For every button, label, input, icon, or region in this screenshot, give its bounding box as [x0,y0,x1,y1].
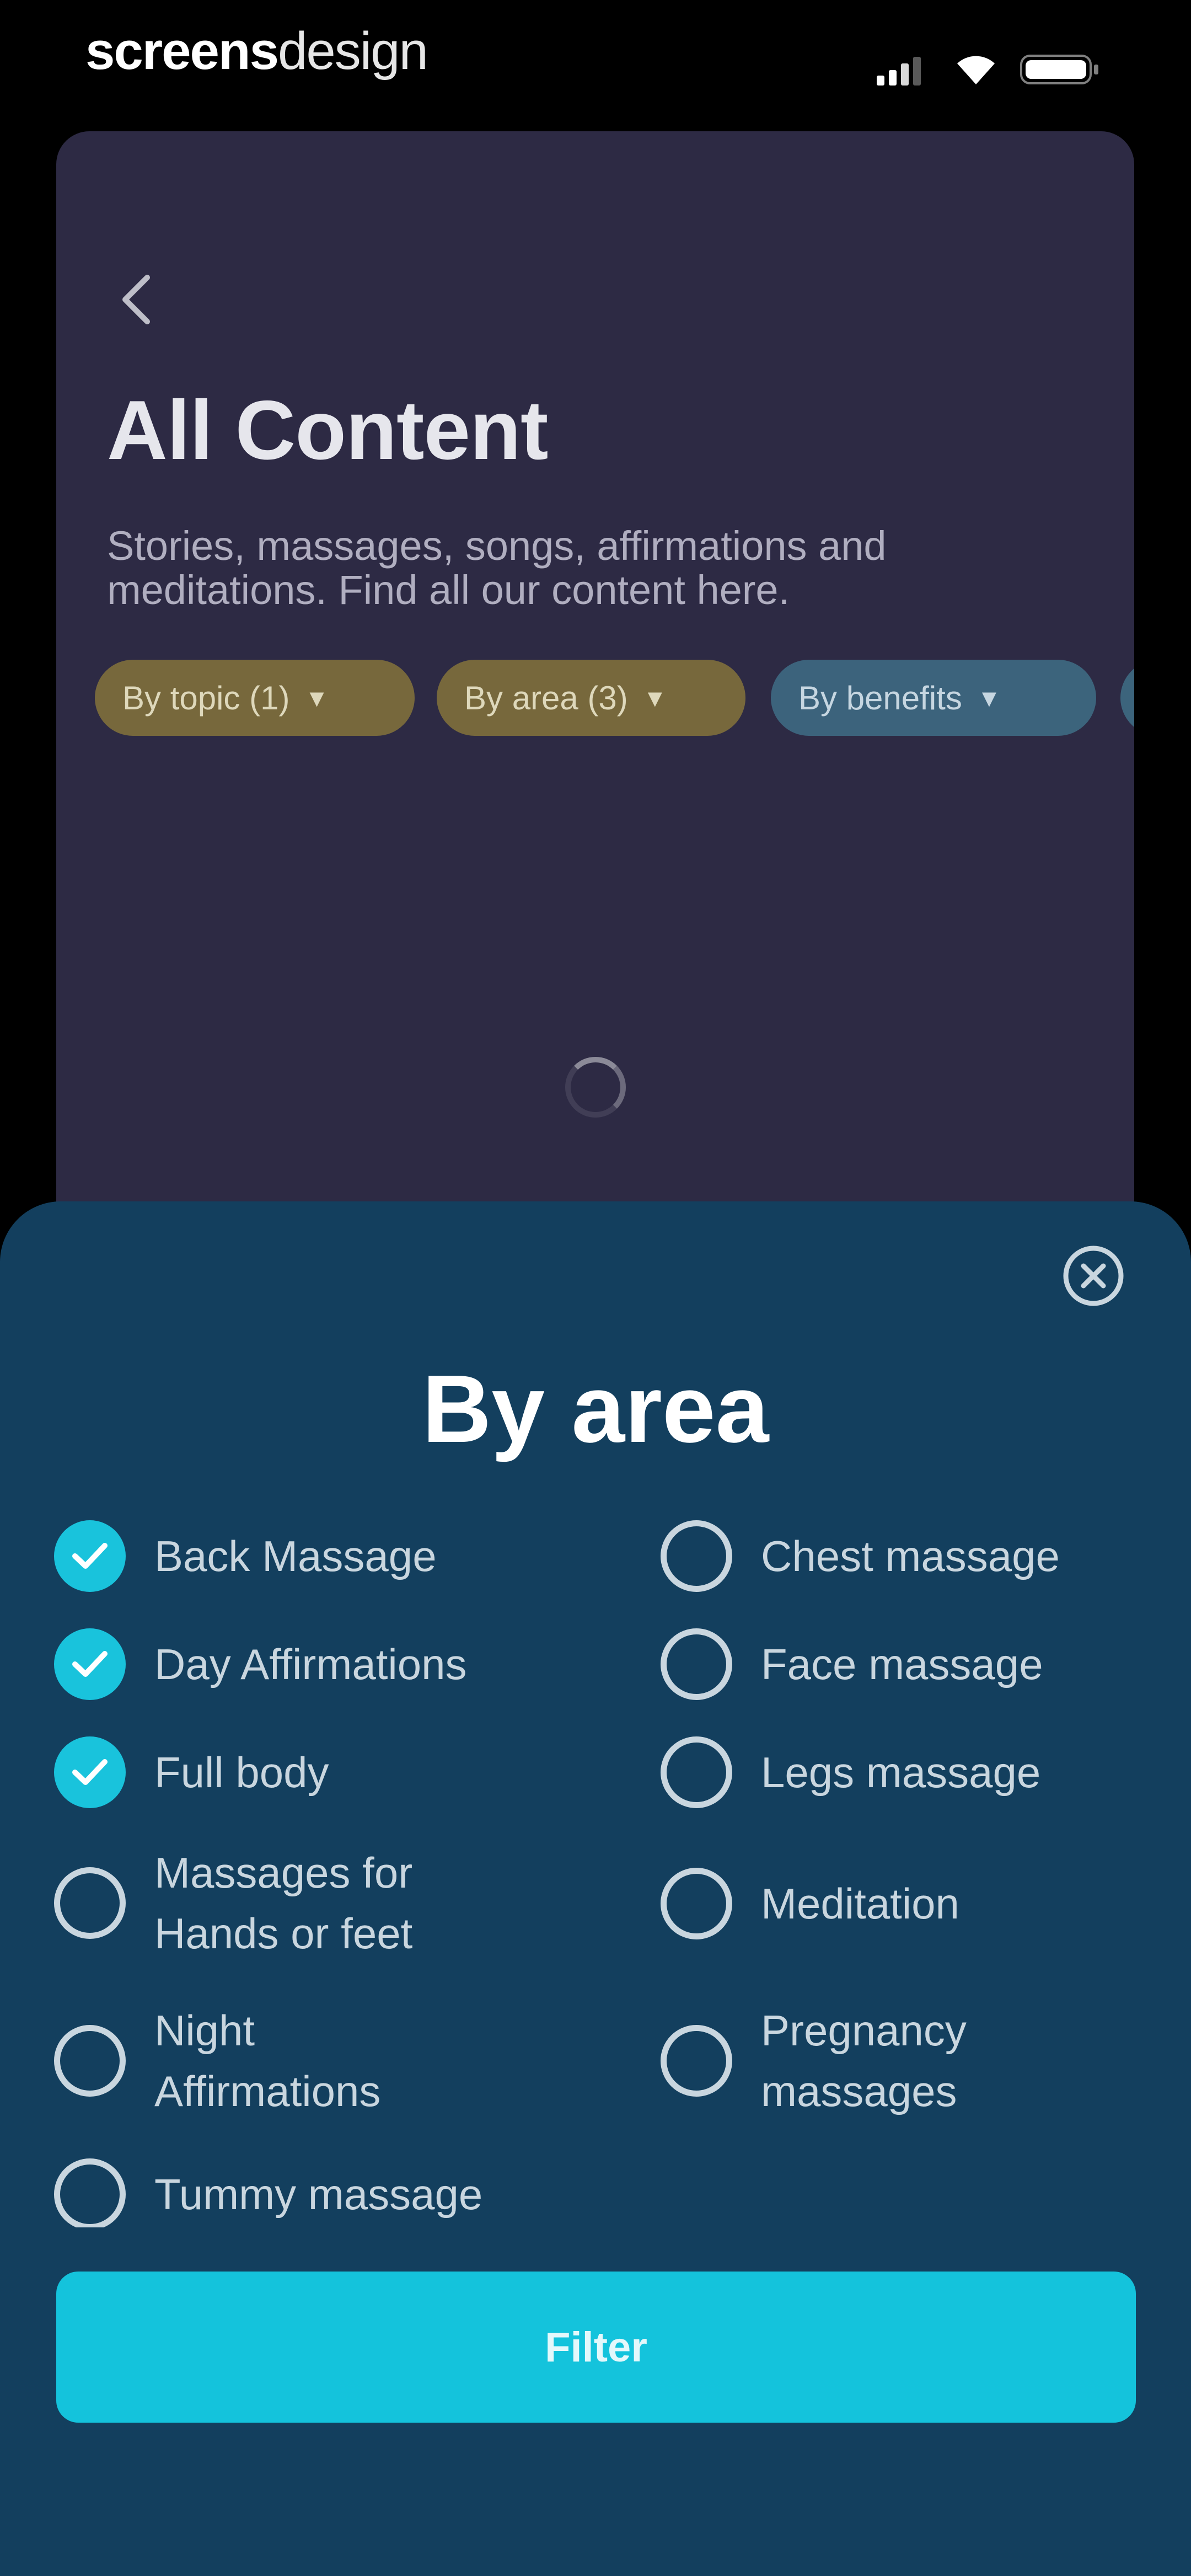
battery-icon [1020,55,1098,84]
filter-chip-by-area[interactable]: By area (3) ▾ [437,660,745,736]
chip-label: By area (3) [464,679,628,717]
filter-bottom-sheet: By area Back Massage Day Affirmations Fu… [0,1201,1191,2576]
brand-light: design [277,22,428,81]
option-label: Day Affirmations [154,1640,467,1688]
filter-chip-by-topic[interactable]: By topic (1) ▾ [95,660,415,736]
chip-label: By benefits [798,679,962,717]
checkbox-checked-icon[interactable] [54,1520,126,1592]
option-label: Chest massage [761,1532,1060,1580]
option-label: Full body [154,1748,329,1797]
checkbox-unchecked-icon[interactable] [661,2025,732,2097]
option-label: Night Affirmations [154,2006,381,2115]
option-label: Back Massage [154,1532,437,1580]
checkbox-unchecked-icon[interactable] [661,1736,732,1808]
caret-down-icon: ▾ [309,682,324,714]
option-label: Face massage [761,1640,1043,1688]
option-label: Pregnancy massages [761,2006,967,2115]
filter-button[interactable]: Filter [56,2272,1136,2423]
checkbox-unchecked-icon[interactable] [661,1628,732,1700]
option-night-affirmations[interactable]: Night Affirmations [54,2000,473,2121]
checkbox-unchecked-icon[interactable] [54,2025,126,2097]
chip-label: By topic (1) [122,679,290,717]
area-options-list: Back Massage Day Affirmations Full body … [0,1201,1191,2227]
option-face-massage[interactable]: Face massage [661,1628,1168,1700]
brand-logo: screensdesign [85,21,428,82]
filter-chip-more[interactable] [1120,660,1134,736]
status-icons [877,52,1108,85]
option-label: Massages for Hands or feet [154,1848,413,1958]
checkbox-unchecked-icon[interactable] [54,2158,126,2227]
option-label: Tummy massage [154,2170,483,2219]
checkbox-checked-icon[interactable] [54,1628,126,1700]
background-content-card: All Content Stories, massages, songs, af… [56,131,1134,1323]
caret-down-icon: ▾ [981,682,996,714]
back-button[interactable] [106,269,167,330]
option-legs-massage[interactable]: Legs massage [661,1736,1168,1808]
option-pregnancy-massages[interactable]: Pregnancy massages [661,2000,1069,2121]
option-massages-for-hands-or-feet[interactable]: Massages for Hands or feet [54,1842,473,1964]
option-back-massage[interactable]: Back Massage [54,1520,561,1592]
loading-spinner-icon [565,1057,626,1118]
option-day-affirmations[interactable]: Day Affirmations [54,1628,561,1700]
status-bar: screensdesign [0,0,1191,121]
option-full-body[interactable]: Full body [54,1736,561,1808]
option-tummy-massage[interactable]: Tummy massage [54,2158,561,2227]
caret-down-icon: ▾ [647,682,662,714]
option-chest-massage[interactable]: Chest massage [661,1520,1168,1592]
screen: screensdesign All Content Stories, massa… [0,0,1191,2576]
option-label: Legs massage [761,1748,1041,1797]
page-subtitle: Stories, massages, songs, affirmations a… [107,523,887,613]
option-label: Meditation [761,1879,959,1928]
brand-bold: screens [85,22,279,81]
checkbox-checked-icon[interactable] [54,1736,126,1808]
checkbox-unchecked-icon[interactable] [661,1868,732,1939]
checkbox-unchecked-icon[interactable] [661,1520,732,1592]
wifi-icon [957,56,995,84]
page-title: All Content [107,383,549,477]
signal-icon [877,57,921,85]
checkbox-unchecked-icon[interactable] [54,1867,126,1939]
option-meditation[interactable]: Meditation [661,1868,1168,1939]
chevron-left-icon [122,275,150,324]
filter-chip-by-benefits[interactable]: By benefits ▾ [771,660,1096,736]
